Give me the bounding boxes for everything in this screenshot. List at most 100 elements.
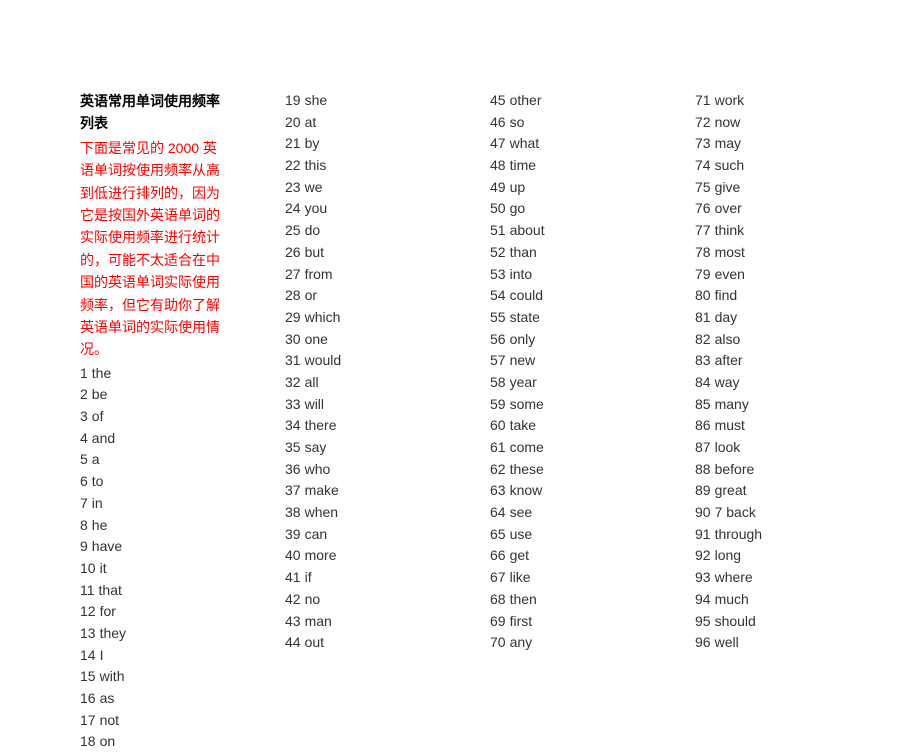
word-rank: 44 — [285, 634, 301, 650]
word-text: only — [510, 331, 536, 347]
word-rank: 43 — [285, 613, 301, 629]
word-text: state — [510, 309, 540, 325]
word-text: on — [100, 733, 116, 749]
word-rank: 58 — [490, 374, 506, 390]
word-text: will — [305, 396, 324, 412]
word-rank: 30 — [285, 331, 301, 347]
word-rank: 8 — [80, 517, 88, 533]
word-item: 1the — [80, 363, 225, 385]
word-item: 51about — [490, 220, 635, 242]
word-text: to — [92, 473, 104, 489]
word-text: with — [100, 668, 125, 684]
word-text: also — [715, 331, 741, 347]
word-item: 59some — [490, 394, 635, 416]
word-rank: 74 — [695, 157, 711, 173]
word-rank: 85 — [695, 396, 711, 412]
word-text: any — [510, 634, 533, 650]
word-rank: 3 — [80, 408, 88, 424]
word-rank: 11 — [80, 582, 95, 598]
word-text: more — [305, 547, 337, 563]
word-rank: 35 — [285, 439, 301, 455]
word-rank: 36 — [285, 461, 301, 477]
word-text: at — [305, 114, 317, 130]
word-item: 65use — [490, 524, 635, 546]
word-text: but — [305, 244, 324, 260]
word-rank: 71 — [695, 92, 711, 108]
word-text: she — [305, 92, 328, 108]
word-rank: 21 — [285, 135, 301, 151]
word-item: 21by — [285, 133, 430, 155]
word-text: such — [715, 157, 745, 173]
word-item: 12for — [80, 601, 225, 623]
word-rank: 40 — [285, 547, 301, 563]
word-item: 37make — [285, 480, 430, 502]
word-item: 46so — [490, 112, 635, 134]
word-text: that — [99, 582, 122, 598]
word-rank: 79 — [695, 266, 711, 282]
column-4: 71work72now73may74such75give76over77thin… — [695, 90, 840, 753]
word-item: 61come — [490, 437, 635, 459]
word-item: 74such — [695, 155, 840, 177]
word-item: 77think — [695, 220, 840, 242]
word-text: as — [100, 690, 115, 706]
word-text: should — [715, 613, 756, 629]
word-text: take — [510, 417, 536, 433]
word-rank: 95 — [695, 613, 711, 629]
word-item: 43man — [285, 611, 430, 633]
word-rank: 75 — [695, 179, 711, 195]
word-rank: 77 — [695, 222, 711, 238]
word-text: not — [100, 712, 119, 728]
word-rank: 86 — [695, 417, 711, 433]
word-rank: 19 — [285, 92, 301, 108]
word-rank: 56 — [490, 331, 506, 347]
word-text: over — [715, 200, 742, 216]
word-text: great — [715, 482, 747, 498]
word-rank: 62 — [490, 461, 506, 477]
word-text: there — [305, 417, 337, 433]
word-item: 25do — [285, 220, 430, 242]
word-item: 48time — [490, 155, 635, 177]
word-item: 23we — [285, 177, 430, 199]
word-item: 66get — [490, 545, 635, 567]
word-text: see — [510, 504, 533, 520]
word-rank: 18 — [80, 733, 96, 749]
word-text: before — [715, 461, 755, 477]
word-item: 82also — [695, 329, 840, 351]
word-rank: 41 — [285, 569, 301, 585]
word-item: 17not — [80, 710, 225, 732]
word-rank: 28 — [285, 287, 301, 303]
word-item: 35say — [285, 437, 430, 459]
word-rank: 70 — [490, 634, 506, 650]
word-rank: 24 — [285, 200, 301, 216]
word-item: 27from — [285, 264, 430, 286]
word-rank: 72 — [695, 114, 711, 130]
word-list-col2: 19she20at21by22this23we24you25do26but27f… — [285, 90, 430, 654]
word-rank: 6 — [80, 473, 88, 489]
word-item: 41if — [285, 567, 430, 589]
word-item: 57new — [490, 350, 635, 372]
word-item: 31would — [285, 350, 430, 372]
word-rank: 51 — [490, 222, 506, 238]
word-item: 79even — [695, 264, 840, 286]
word-rank: 60 — [490, 417, 506, 433]
word-rank: 17 — [80, 712, 96, 728]
word-text: of — [92, 408, 104, 424]
word-rank: 10 — [80, 560, 96, 576]
word-item: 75give — [695, 177, 840, 199]
word-rank: 96 — [695, 634, 711, 650]
word-text: most — [715, 244, 745, 260]
word-text: into — [510, 266, 533, 282]
word-rank: 91 — [695, 526, 711, 542]
word-text: so — [510, 114, 525, 130]
word-item: 16as — [80, 688, 225, 710]
word-item: 62these — [490, 459, 635, 481]
word-text: do — [305, 222, 321, 238]
word-rank: 42 — [285, 591, 301, 607]
word-item: 38when — [285, 502, 430, 524]
word-item: 81day — [695, 307, 840, 329]
word-text: all — [305, 374, 319, 390]
word-item: 71work — [695, 90, 840, 112]
word-item: 32all — [285, 372, 430, 394]
word-rank: 13 — [80, 625, 96, 641]
word-item: 76over — [695, 198, 840, 220]
